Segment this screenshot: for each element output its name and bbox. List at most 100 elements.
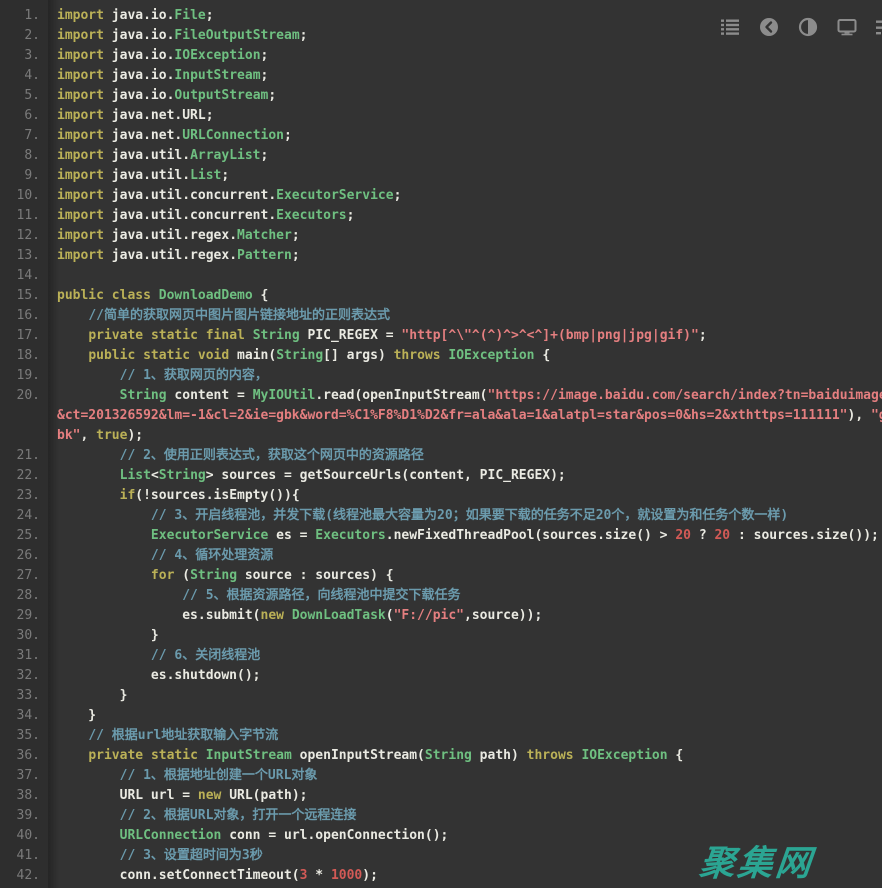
line-number: 27. [0,566,48,586]
list-icon[interactable] [720,17,740,37]
code-text: import java.util.concurrent.Executors; [48,206,882,226]
code-line: 6.import java.net.URL; [0,106,882,126]
line-number: 12. [0,226,48,246]
code-editor: 1.import java.io.File;2.import java.io.F… [0,0,882,888]
code-text: import java.net.URLConnection; [48,126,882,146]
line-number: 35. [0,726,48,746]
code-text: ExecutorService es = Executors.newFixedT… [48,526,882,546]
code-text: // 4、循环处理资源 [48,546,882,566]
line-number: 13. [0,246,48,266]
line-number: 19. [0,366,48,386]
code-line: bk", true); [0,426,882,446]
code-line: 3.import java.io.IOException; [0,46,882,66]
line-number: 2. [0,26,48,46]
code-line: 29. es.submit(new DownLoadTask("F://pic"… [0,606,882,626]
code-text: // 2、根据URL对象，打开一个远程连接 [48,806,882,826]
code-text: es.submit(new DownLoadTask("F://pic",sou… [48,606,882,626]
line-number: 23. [0,486,48,506]
toolbar [720,17,882,37]
line-number: 16. [0,306,48,326]
code-text: } [48,706,882,726]
code-line: 16. //简单的获取网页中图片图片链接地址的正则表达式 [0,306,882,326]
line-number: 15. [0,286,48,306]
line-number: 32. [0,666,48,686]
code-text: // 1、根据地址创建一个URL对象 [48,766,882,786]
code-line: 39. // 2、根据URL对象，打开一个远程连接 [0,806,882,826]
line-number: 8. [0,146,48,166]
code-line: 35. // 根据url地址获取输入字节流 [0,726,882,746]
code-text: public static void main(String[] args) t… [48,346,882,366]
line-number: 31. [0,646,48,666]
code-text: import java.util.regex.Pattern; [48,246,882,266]
line-number: 25. [0,526,48,546]
code-line: 10.import java.util.concurrent.ExecutorS… [0,186,882,206]
code-text: import java.io.IOException; [48,46,882,66]
code-line: 21. // 2、使用正则表达式，获取这个网页中的资源路径 [0,446,882,466]
line-number: 29. [0,606,48,626]
line-number: 17. [0,326,48,346]
code-text: public class DownloadDemo { [48,286,882,306]
code-line: 17. private static final String PIC_REGE… [0,326,882,346]
code-line: 19. // 1、获取网页的内容， [0,366,882,386]
line-number: 38. [0,786,48,806]
line-number [0,426,48,446]
line-number: 33. [0,686,48,706]
line-number: 34. [0,706,48,726]
code-line: 14. [0,266,882,286]
line-number: 40. [0,826,48,846]
code-text: } [48,626,882,646]
code-text: private static final String PIC_REGEX = … [48,326,882,346]
line-number: 3. [0,46,48,66]
code-line: 18. public static void main(String[] arg… [0,346,882,366]
line-number: 11. [0,206,48,226]
code-text: URL url = new URL(path); [48,786,882,806]
code-text: import java.util.ArrayList; [48,146,882,166]
line-number: 1. [0,6,48,26]
code-line: 26. // 4、循环处理资源 [0,546,882,566]
line-number: 14. [0,266,48,286]
code-line: 15.public class DownloadDemo { [0,286,882,306]
code-area[interactable]: 1.import java.io.File;2.import java.io.F… [0,0,882,886]
code-text: String content = MyIOUtil.read(openInput… [48,386,882,406]
code-text: } [48,686,882,706]
code-line: 28. // 5、根据资源路径，向线程池中提交下载任务 [0,586,882,606]
code-text: // 3、开启线程池，并发下载(线程池最大容量为20；如果要下载的任务不足20个… [48,506,882,526]
contrast-icon[interactable] [798,17,818,37]
code-line: 27. for (String source : sources) { [0,566,882,586]
back-circle-icon[interactable] [759,17,779,37]
line-number: 41. [0,846,48,866]
code-line: 31. // 6、关闭线程池 [0,646,882,666]
code-text: import java.util.concurrent.ExecutorServ… [48,186,882,206]
code-text: bk", true); [48,426,882,446]
line-number: 30. [0,626,48,646]
code-line: 4.import java.io.InputStream; [0,66,882,86]
line-number: 22. [0,466,48,486]
code-text: &ct=201326592&lm=-1&cl=2&ie=gbk&word=%C1… [48,406,882,426]
code-text: import java.net.URL; [48,106,882,126]
code-line: 38. URL url = new URL(path); [0,786,882,806]
line-number: 6. [0,106,48,126]
line-number: 42. [0,866,48,886]
monitor-icon[interactable] [837,17,857,37]
line-number: 10. [0,186,48,206]
code-line: 9.import java.util.List; [0,166,882,186]
code-text: import java.util.List; [48,166,882,186]
code-text: es.shutdown(); [48,666,882,686]
code-text: import java.io.InputStream; [48,66,882,86]
line-number: 4. [0,66,48,86]
code-line: 5.import java.io.OutputStream; [0,86,882,106]
clipped-icon[interactable] [876,17,882,37]
code-text: //简单的获取网页中图片图片链接地址的正则表达式 [48,306,882,326]
code-line: 8.import java.util.ArrayList; [0,146,882,166]
code-line: 23. if(!sources.isEmpty()){ [0,486,882,506]
code-text: List<String> sources = getSourceUrls(con… [48,466,882,486]
code-line: 25. ExecutorService es = Executors.newFi… [0,526,882,546]
line-number [0,406,48,426]
line-number: 9. [0,166,48,186]
code-line: 30. } [0,626,882,646]
code-text [48,266,882,286]
code-line: 34. } [0,706,882,726]
line-number: 28. [0,586,48,606]
code-line: 36. private static InputStream openInput… [0,746,882,766]
code-line: 20. String content = MyIOUtil.read(openI… [0,386,882,406]
